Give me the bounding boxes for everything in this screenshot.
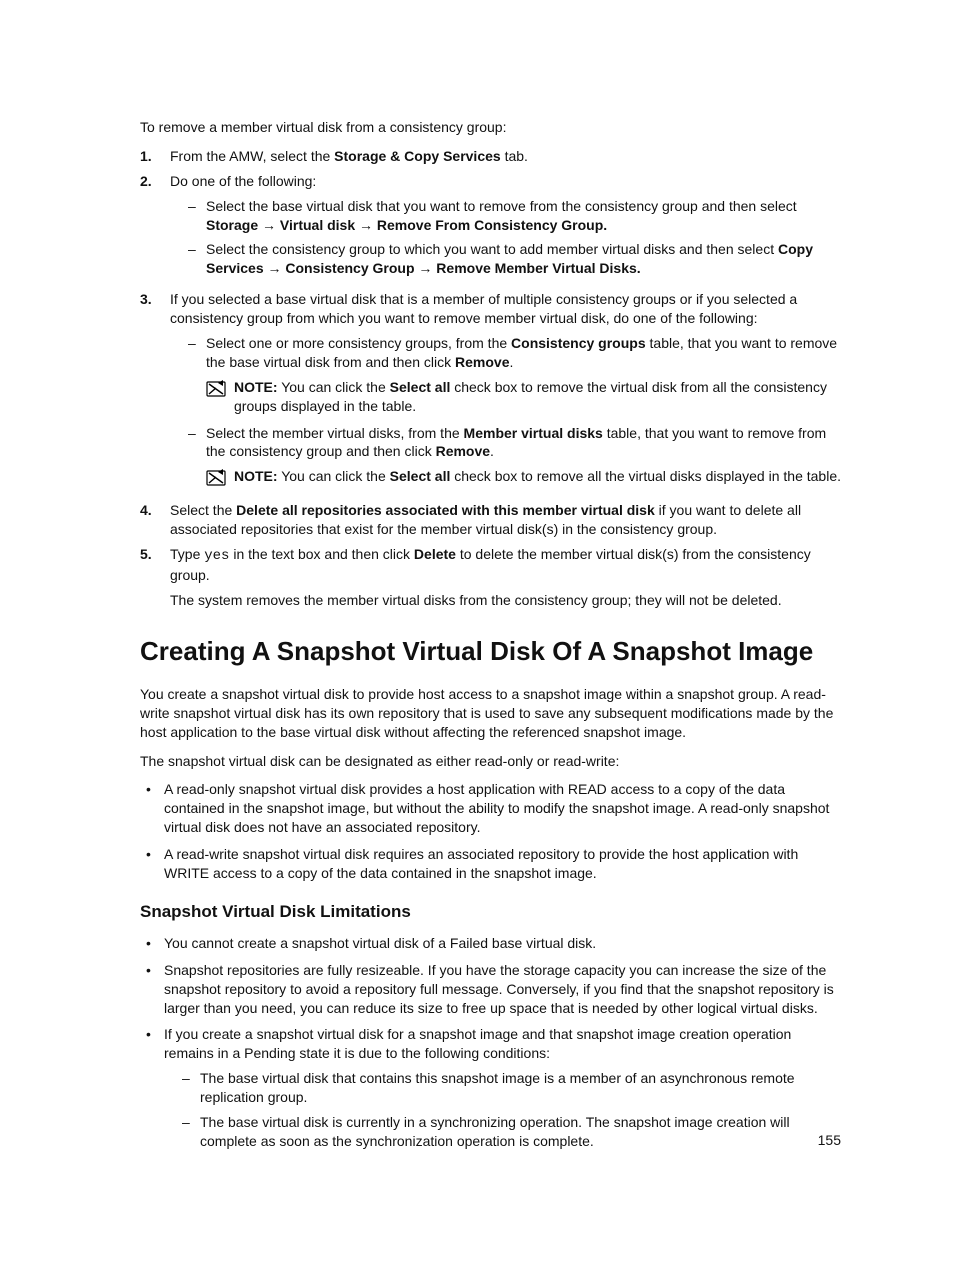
note-text: NOTE: You can click the Select all check… xyxy=(234,378,841,416)
section-heading: Creating A Snapshot Virtual Disk Of A Sn… xyxy=(140,634,841,669)
note-block: NOTE: You can click the Select all check… xyxy=(206,467,841,487)
intro-paragraph: To remove a member virtual disk from a c… xyxy=(140,118,841,137)
text: You can click the xyxy=(278,468,390,484)
step-5: 5. Type yes in the text box and then cli… xyxy=(140,545,841,610)
page-number: 155 xyxy=(818,1131,841,1150)
bold-text: Select all xyxy=(390,468,451,484)
step-2: 2. Do one of the following: Select the b… xyxy=(140,172,841,284)
sub-list: The base virtual disk that contains this… xyxy=(182,1069,841,1151)
step-body: Type yes in the text box and then click … xyxy=(170,545,841,610)
sub-item: Select the member virtual disks, from th… xyxy=(188,424,841,488)
list-item: A read-only snapshot virtual disk provid… xyxy=(140,780,841,837)
step-body: Do one of the following: Select the base… xyxy=(170,172,841,284)
note-text: NOTE: You can click the Select all check… xyxy=(234,467,841,487)
note-label: NOTE: xyxy=(234,379,278,395)
sub-item: The base virtual disk is currently in a … xyxy=(182,1113,841,1151)
step-number: 4. xyxy=(140,501,170,539)
text: . xyxy=(509,354,513,370)
bold-text: Select all xyxy=(390,379,451,395)
text: Select the consistency group to which yo… xyxy=(206,241,778,257)
step-number: 2. xyxy=(140,172,170,284)
result-text: The system removes the member virtual di… xyxy=(170,591,841,610)
text: Do one of the following: xyxy=(170,173,316,189)
step-body: If you selected a base virtual disk that… xyxy=(170,290,841,495)
sub-item: The base virtual disk that contains this… xyxy=(182,1069,841,1107)
subsection-heading: Snapshot Virtual Disk Limitations xyxy=(140,901,841,924)
list-item: You cannot create a snapshot virtual dis… xyxy=(140,934,841,953)
bold-text: Remove xyxy=(436,443,490,459)
list-item: A read-write snapshot virtual disk requi… xyxy=(140,845,841,883)
text: Select one or more consistency groups, f… xyxy=(206,335,511,351)
procedure-list: 1. From the AMW, select the Storage & Co… xyxy=(140,147,841,610)
mono-text: yes xyxy=(204,548,229,564)
text: tab. xyxy=(501,148,528,164)
text: Type xyxy=(170,546,204,562)
bold-text: Storage → Virtual disk → Remove From Con… xyxy=(206,217,607,233)
text: Select the base virtual disk that you wa… xyxy=(206,198,797,214)
step-3: 3. If you selected a base virtual disk t… xyxy=(140,290,841,495)
text: check box to remove all the virtual disk… xyxy=(450,468,841,484)
step-4: 4. Select the Delete all repositories as… xyxy=(140,501,841,539)
sub-item: Select the consistency group to which yo… xyxy=(188,240,841,278)
paragraph: You create a snapshot virtual disk to pr… xyxy=(140,685,841,742)
note-block: NOTE: You can click the Select all check… xyxy=(206,378,841,416)
sub-list: Select one or more consistency groups, f… xyxy=(188,334,841,487)
step-number: 3. xyxy=(140,290,170,495)
text: in the text box and then click xyxy=(229,546,413,562)
sub-item: Select one or more consistency groups, f… xyxy=(188,334,841,416)
paragraph: The snapshot virtual disk can be designa… xyxy=(140,752,841,771)
page: To remove a member virtual disk from a c… xyxy=(0,0,954,1268)
bullet-list: You cannot create a snapshot virtual dis… xyxy=(140,934,841,1151)
text: You can click the xyxy=(278,379,390,395)
step-number: 5. xyxy=(140,545,170,610)
step-body: Select the Delete all repositories assoc… xyxy=(170,501,841,539)
text: . xyxy=(490,443,494,459)
sub-item: Select the base virtual disk that you wa… xyxy=(188,197,841,235)
text: If you create a snapshot virtual disk fo… xyxy=(164,1026,791,1061)
bold-text: Storage & Copy Services xyxy=(334,148,501,164)
note-icon xyxy=(206,378,226,398)
step-number: 1. xyxy=(140,147,170,166)
note-label: NOTE: xyxy=(234,468,278,484)
bold-text: Delete xyxy=(414,546,456,562)
list-item: Snapshot repositories are fully resizeab… xyxy=(140,961,841,1018)
bold-text: Delete all repositories associated with … xyxy=(236,502,655,518)
text: Select the member virtual disks, from th… xyxy=(206,425,464,441)
text: From the AMW, select the xyxy=(170,148,334,164)
list-item: If you create a snapshot virtual disk fo… xyxy=(140,1025,841,1150)
step-body: From the AMW, select the Storage & Copy … xyxy=(170,147,841,166)
text: If you selected a base virtual disk that… xyxy=(170,291,797,326)
sub-list: Select the base virtual disk that you wa… xyxy=(188,197,841,279)
text: Select the xyxy=(170,502,236,518)
note-icon xyxy=(206,467,226,487)
bullet-list: A read-only snapshot virtual disk provid… xyxy=(140,780,841,882)
bold-text: Consistency groups xyxy=(511,335,646,351)
bold-text: Member virtual disks xyxy=(464,425,603,441)
step-1: 1. From the AMW, select the Storage & Co… xyxy=(140,147,841,166)
bold-text: Remove xyxy=(455,354,509,370)
